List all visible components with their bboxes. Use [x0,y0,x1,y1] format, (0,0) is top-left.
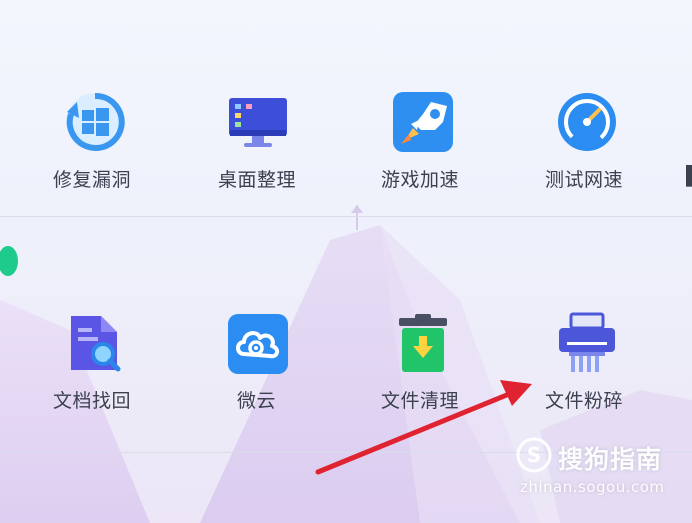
speedometer-icon [558,93,616,151]
red-arrow-annotation [315,380,532,475]
watermark-brand: 搜狗指南 [558,445,663,474]
tile-label-partial: ▌ [686,165,692,187]
tile-weiyun[interactable]: 微云 [208,310,308,420]
tile-file-shredder[interactable]: 文件粉碎 [537,310,637,420]
document-search-icon [71,316,121,372]
tile-game-boost[interactable]: 游戏加速 [373,88,473,198]
tile-label: 测试网速 [545,170,624,191]
tile-label: 游戏加速 [381,170,460,191]
tile-label: 文件粉碎 [545,391,624,412]
tile-label: 桌面整理 [218,170,297,191]
watermark-url: zhinan.sogou.com [520,478,665,496]
svg-text:S: S [527,443,541,467]
tile-label: 微云 [237,391,277,412]
cloud-icon [228,314,288,374]
tile-speed-test[interactable]: 测试网速 [537,88,637,198]
windows-repair-icon [66,92,125,151]
sogou-logo-icon: S [516,437,552,473]
tile-label: 修复漏洞 [53,170,132,191]
trash-bin-icon [399,314,447,372]
tile-document-recovery[interactable]: 文档找回 [45,310,145,420]
tile-desktop-organize[interactable]: 桌面整理 [208,88,308,198]
tile-repair-vulnerability[interactable]: 修复漏洞 [45,88,145,198]
section-divider-top [0,216,692,217]
desktop-monitor-icon [229,98,287,147]
tile-label: 文档找回 [53,391,132,412]
game-rocket-icon [393,92,453,152]
shredder-icon [559,312,615,372]
